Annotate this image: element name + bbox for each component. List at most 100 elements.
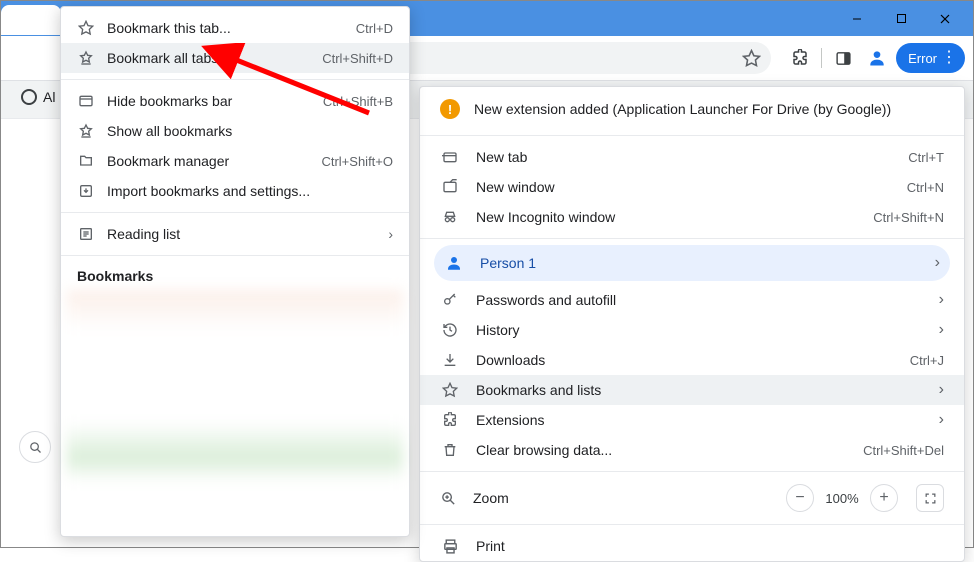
chevron-right-icon: › <box>939 411 944 429</box>
star-icon[interactable] <box>742 49 761 68</box>
tab-icon <box>440 147 460 167</box>
separator <box>420 135 964 136</box>
menu-item-history[interactable]: History › <box>420 315 964 345</box>
submenu-item-accel: Ctrl+Shift+D <box>322 51 393 66</box>
menu-item-new-window[interactable]: New window Ctrl+N <box>420 172 964 202</box>
menu-item-passwords-and-autofill[interactable]: Passwords and autofill › <box>420 285 964 315</box>
menu-item-downloads[interactable]: Downloads Ctrl+J <box>420 345 964 375</box>
zoom-icon <box>440 490 457 507</box>
menu-item-label: New tab <box>476 149 908 165</box>
separator <box>61 255 409 256</box>
fullscreen-button[interactable] <box>916 484 944 512</box>
print-icon <box>440 536 460 556</box>
chrome-main-menu: ! New extension added (Application Launc… <box>419 86 965 562</box>
star-multi-icon <box>77 122 95 140</box>
menu-item-label: History <box>476 322 939 338</box>
submenu-item-bookmark-manager[interactable]: Bookmark manager Ctrl+Shift+O <box>61 146 409 176</box>
window-icon <box>440 177 460 197</box>
error-label: Error <box>908 51 937 66</box>
menu-item-label: Bookmarks and lists <box>476 382 939 398</box>
profile-icon[interactable] <box>862 43 892 73</box>
star-multi-icon <box>77 49 95 67</box>
menu-item-bookmarks-and-lists[interactable]: Bookmarks and lists › <box>420 375 964 405</box>
zoom-value: 100% <box>818 491 866 506</box>
ext-icon <box>440 410 460 430</box>
search-bookmarks-button[interactable] <box>19 431 51 463</box>
submenu-item-accel: Ctrl+Shift+O <box>321 154 393 169</box>
separator <box>420 238 964 239</box>
zoom-label: Zoom <box>473 490 782 506</box>
menu-dots-icon: ⋮ <box>941 50 957 66</box>
star-icon <box>440 380 460 400</box>
menu-item-label: New Incognito window <box>476 209 873 225</box>
zoom-in-button[interactable]: + <box>870 484 898 512</box>
menu-item-accel: Ctrl+Shift+Del <box>863 443 944 458</box>
submenu-item-label: Show all bookmarks <box>107 123 393 139</box>
menu-item-new-incognito-window[interactable]: New Incognito window Ctrl+Shift+N <box>420 202 964 232</box>
reading-list-icon <box>77 225 95 243</box>
zoom-out-button[interactable]: − <box>786 484 814 512</box>
menu-item-new-tab[interactable]: New tab Ctrl+T <box>420 142 964 172</box>
menu-item-label: Clear browsing data... <box>476 442 863 458</box>
download-icon <box>440 350 460 370</box>
bookmarks-list-blurred <box>67 290 403 530</box>
menu-item-label: Passwords and autofill <box>476 292 939 308</box>
menu-item-accel: Ctrl+T <box>908 150 944 165</box>
side-panel-icon[interactable] <box>828 43 858 73</box>
profile-label: Person 1 <box>480 255 935 271</box>
submenu-item-accel: Ctrl+Shift+B <box>323 94 393 109</box>
submenu-item-label: Hide bookmarks bar <box>107 93 323 109</box>
history-icon <box>440 320 460 340</box>
menu-item-accel: Ctrl+J <box>910 353 944 368</box>
key-icon <box>440 290 460 310</box>
import-icon <box>77 182 95 200</box>
separator <box>420 471 964 472</box>
error-button[interactable]: Error ⋮ <box>896 43 965 73</box>
extensions-icon[interactable] <box>785 43 815 73</box>
submenu-item-label: Bookmark manager <box>107 153 321 169</box>
window-maximize-button[interactable] <box>879 5 923 33</box>
submenu-item-hide-bookmarks-bar[interactable]: Hide bookmarks bar Ctrl+Shift+B <box>61 86 409 116</box>
chevron-right-icon: › <box>939 381 944 399</box>
menu-item-label: Extensions <box>476 412 939 428</box>
submenu-item-show-all-bookmarks[interactable]: Show all bookmarks <box>61 116 409 146</box>
content-band-label: Al <box>43 89 55 105</box>
menu-item-extensions[interactable]: Extensions › <box>420 405 964 435</box>
submenu-item-accel: Ctrl+D <box>356 21 393 36</box>
person-icon <box>444 253 464 273</box>
bookmarks-title: Bookmarks <box>61 262 409 290</box>
profile-row[interactable]: Person 1 › <box>434 245 950 281</box>
chevron-right-icon: › <box>939 321 944 339</box>
submenu-item-import-bookmarks-and-settings-[interactable]: Import bookmarks and settings... <box>61 176 409 206</box>
submenu-item-label: Bookmark this tab... <box>107 20 356 36</box>
submenu-item-label: Bookmark all tabs... <box>107 50 322 66</box>
menu-print-label: Print <box>476 538 944 554</box>
zoom-row: Zoom − 100% + <box>420 478 964 518</box>
submenu-item-bookmark-all-tabs-[interactable]: Bookmark all tabs... Ctrl+Shift+D <box>61 43 409 73</box>
manager-icon <box>77 152 95 170</box>
incognito-icon <box>440 207 460 227</box>
reading-list-label: Reading list <box>107 226 388 242</box>
submenu-item-label: Import bookmarks and settings... <box>107 183 393 199</box>
menu-item-accel: Ctrl+N <box>907 180 944 195</box>
menu-item-accel: Ctrl+Shift+N <box>873 210 944 225</box>
chevron-right-icon: › <box>388 226 393 242</box>
chevron-right-icon: › <box>935 254 940 272</box>
warning-icon: ! <box>440 99 460 119</box>
separator <box>61 212 409 213</box>
bookmarks-submenu: Bookmark this tab... Ctrl+D Bookmark all… <box>60 6 410 537</box>
menu-item-label: Downloads <box>476 352 910 368</box>
reading-list-row[interactable]: Reading list › <box>61 219 409 249</box>
menu-item-clear-browsing-data-[interactable]: Clear browsing data... Ctrl+Shift+Del <box>420 435 964 465</box>
menu-print[interactable]: Print <box>420 531 964 561</box>
submenu-item-bookmark-this-tab-[interactable]: Bookmark this tab... Ctrl+D <box>61 13 409 43</box>
divider <box>821 48 822 68</box>
extension-notice[interactable]: ! New extension added (Application Launc… <box>420 95 964 129</box>
menu-item-label: New window <box>476 179 907 195</box>
window-close-button[interactable] <box>923 5 967 33</box>
window-minimize-button[interactable] <box>835 5 879 33</box>
bar-icon <box>77 92 95 110</box>
tab-strip[interactable] <box>1 5 61 35</box>
trash-icon <box>440 440 460 460</box>
ring-icon <box>21 89 37 105</box>
